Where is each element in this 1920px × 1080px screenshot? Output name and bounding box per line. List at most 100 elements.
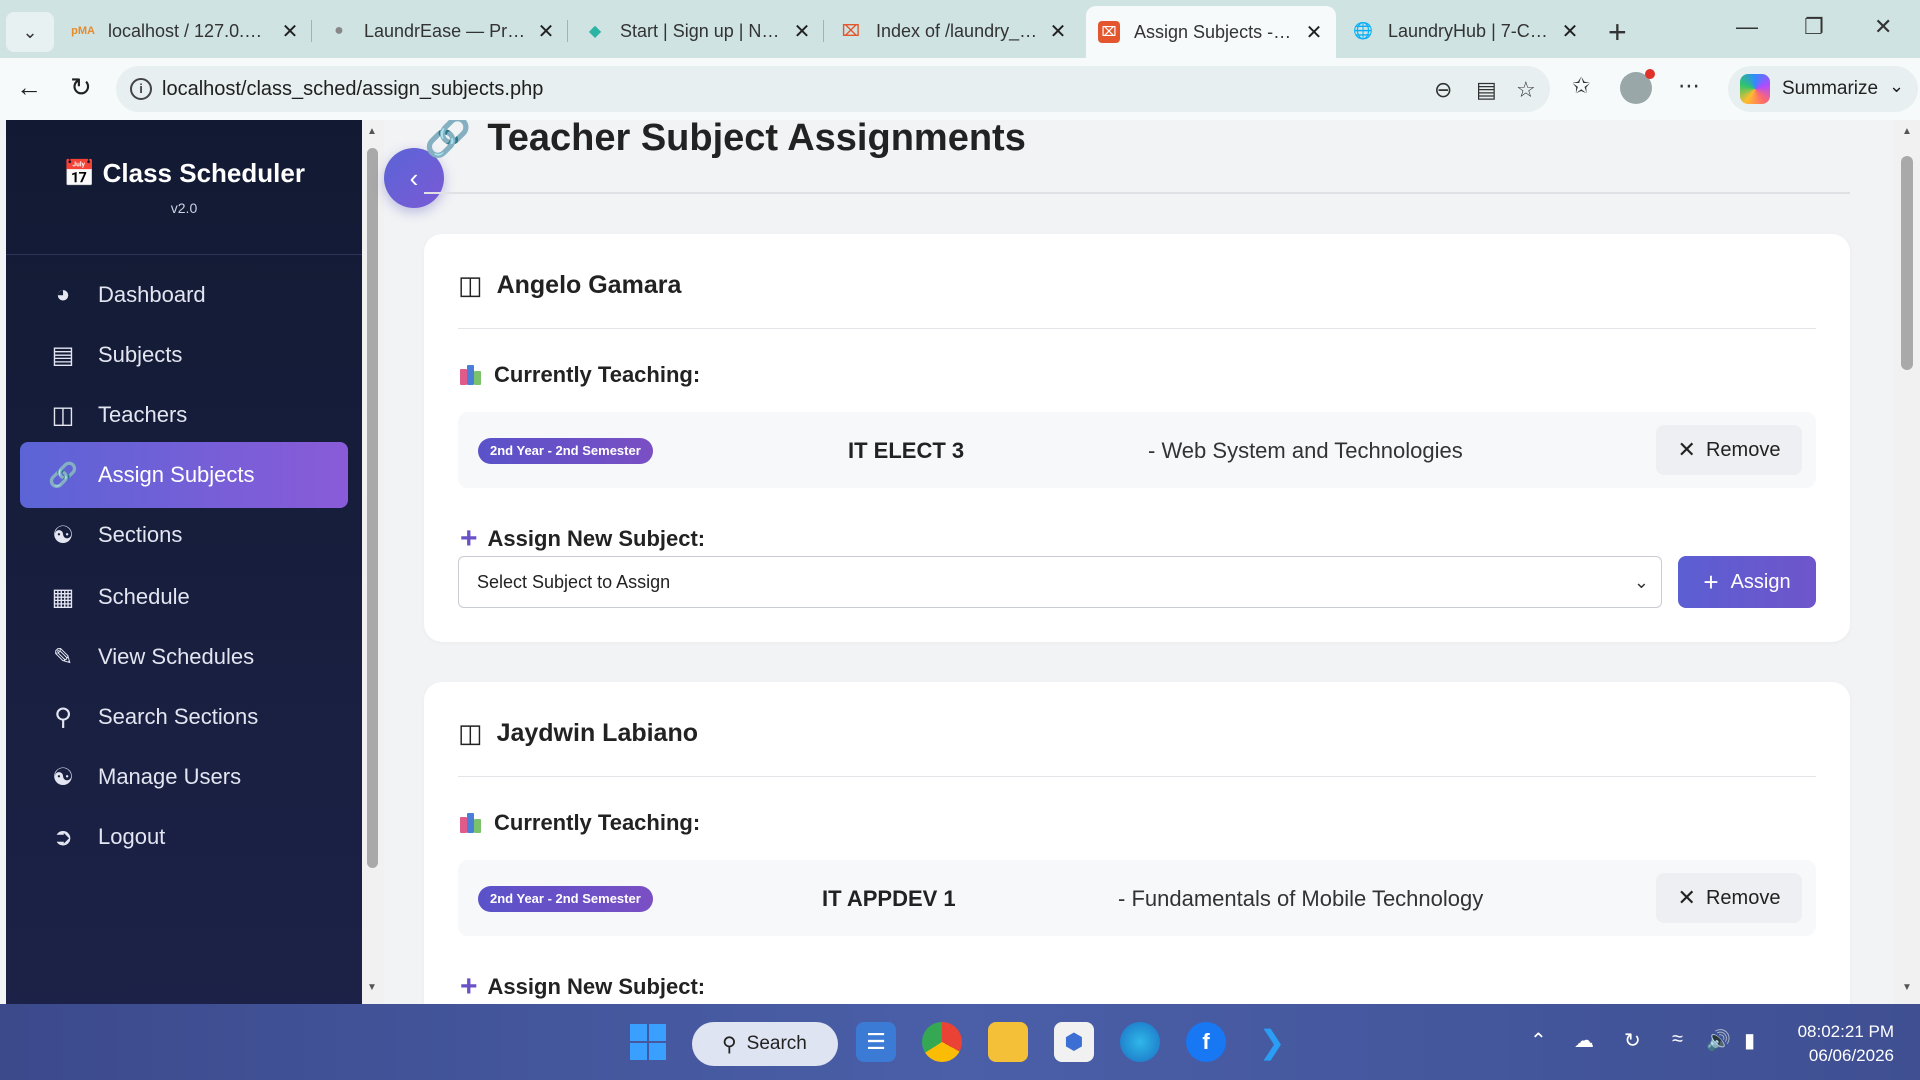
browser-tab-phpmyadmin[interactable]: pMA localhost / 127.0.0.1 / ✕ [60, 10, 312, 52]
clock-date: 06/06/2026 [1808, 1046, 1894, 1065]
tab-title: LaundryHub | 7-Card [1388, 20, 1552, 41]
semester-badge: 2nd Year - 2nd Semester [478, 886, 653, 912]
sidebar-item-manage-users[interactable]: ☯ Manage Users [20, 744, 348, 810]
back-button[interactable]: ← [16, 72, 42, 103]
assign-new-subject-label: + Assign New Subject: [460, 522, 706, 555]
sidebar-item-label: Sections [98, 522, 183, 547]
close-window-button[interactable]: ✕ [1874, 14, 1892, 40]
chrome-app-icon[interactable] [922, 1022, 962, 1062]
browser-tab-laundrease[interactable]: ● LaundrEase — Premiu ✕ [316, 10, 568, 52]
close-tab-icon[interactable]: ✕ [1304, 20, 1324, 45]
zoom-icon[interactable]: ⊖ [1434, 77, 1452, 103]
taskbar: ⚲ Search ☰ ⬢ f ❯ ⌃ ☁ ↻ ≈ 🔊 ▮ 08:02:21 PM… [0, 1004, 1920, 1080]
new-tab-button[interactable]: + [1608, 14, 1627, 51]
profile-avatar[interactable] [1620, 69, 1655, 104]
start-button[interactable] [628, 1022, 668, 1062]
onedrive-icon[interactable]: ☁ [1574, 1028, 1594, 1053]
sidebar-item-logout[interactable]: ➲ Logout [20, 804, 348, 870]
remove-subject-button[interactable]: ✕ Remove [1656, 425, 1802, 475]
subject-row: 2nd Year - 2nd Semester IT APPDEV 1 - Fu… [458, 860, 1816, 936]
chevron-down-icon: ⌄ [22, 21, 38, 42]
plus-icon: + [460, 522, 478, 555]
subject-select[interactable]: Select Subject to Assign ⌄ [458, 556, 1662, 608]
sidebar-item-subjects[interactable]: ▤ Subjects [20, 322, 348, 388]
battery-icon[interactable]: ▮ [1744, 1028, 1755, 1053]
windows-icon [630, 1024, 666, 1060]
netlify-icon: ◆ [588, 23, 602, 40]
site-info-icon[interactable]: i [130, 78, 152, 100]
browser-tab-laundryhub[interactable]: 🌐 LaundryHub | 7-Card ✕ [1340, 10, 1592, 52]
teacher-icon: ◫ [458, 718, 483, 748]
sidebar-scrollbar[interactable]: ▲ ▼ [362, 120, 384, 1004]
sidebar-item-schedule[interactable]: ▦ Schedule [20, 564, 348, 630]
sidebar-item-assign-subjects[interactable]: 🔗 Assign Subjects [20, 442, 348, 508]
browser-tab-netlify[interactable]: ◆ Start | Sign up | Netlif ✕ [572, 10, 824, 52]
browser-tab-assign-subjects[interactable]: ⌧ Assign Subjects - Clas ✕ [1086, 6, 1336, 58]
close-icon: ✕ [1677, 437, 1696, 462]
subject-name: - Web System and Technologies [1148, 438, 1463, 463]
sidebar-divider [6, 254, 362, 255]
cube-app-icon[interactable]: ⬢ [1054, 1022, 1094, 1062]
edge-app-icon[interactable] [1120, 1022, 1160, 1062]
favorites-icon[interactable]: ✩ [1572, 73, 1590, 99]
close-tab-icon[interactable]: ✕ [536, 19, 556, 44]
subject-name: - Fundamentals of Mobile Technology [1118, 886, 1484, 911]
search-icon: ⚲ [722, 1033, 737, 1056]
scroll-up-icon[interactable]: ▲ [367, 126, 377, 137]
page-scrollbar[interactable]: ▲ ▼ [1894, 120, 1920, 1004]
brand-version: v2.0 [170, 200, 198, 216]
plus-icon: + [1703, 566, 1719, 597]
tab-title: localhost / 127.0.0.1 / [108, 20, 272, 41]
browser-tab-index[interactable]: ⌧ Index of /laundry_sys ✕ [828, 10, 1080, 52]
scroll-down-icon[interactable]: ▼ [1902, 982, 1912, 993]
file-explorer-app-icon[interactable] [988, 1022, 1028, 1062]
assign-button[interactable]: + Assign [1678, 556, 1816, 608]
facebook-app-icon[interactable]: f [1186, 1022, 1226, 1062]
sidebar-item-search-sections[interactable]: ⚲ Search Sections [20, 684, 348, 750]
url-text: localhost/class_sched/assign_subjects.ph… [162, 78, 544, 100]
teacher-icon: ◫ [51, 401, 75, 429]
minimize-button[interactable]: — [1736, 14, 1758, 40]
sidebar-item-teachers[interactable]: ◫ Teachers [20, 382, 348, 448]
tab-actions-menu-button[interactable]: ⌄ [6, 12, 54, 52]
restore-button[interactable]: ❐ [1804, 14, 1824, 40]
close-tab-icon[interactable]: ✕ [792, 19, 812, 44]
scroll-down-icon[interactable]: ▼ [367, 982, 377, 993]
tab-title: Assign Subjects - Clas [1134, 21, 1296, 42]
sidebar-item-label: Search Sections [98, 704, 259, 729]
taskbar-search[interactable]: ⚲ Search [692, 1022, 838, 1066]
users-icon: ☯ [52, 521, 74, 549]
notification-dot [1645, 69, 1655, 79]
copilot-icon [1740, 74, 1770, 104]
close-tab-icon[interactable]: ✕ [280, 19, 300, 44]
volume-icon[interactable]: 🔊 [1706, 1028, 1731, 1053]
sidebar-item-dashboard[interactable]: ◕ Dashboard [20, 262, 348, 328]
card-divider [458, 328, 1816, 329]
sidebar-item-label: View Schedules [98, 644, 255, 669]
more-options-icon[interactable]: ⋯ [1678, 73, 1700, 99]
notepad-app-icon[interactable]: ☰ [856, 1022, 896, 1062]
search-icon: ⚲ [54, 703, 72, 731]
close-tab-icon[interactable]: ✕ [1560, 19, 1580, 44]
reload-button[interactable]: ↻ [70, 72, 92, 103]
vscode-app-icon[interactable]: ❯ [1252, 1022, 1292, 1062]
chevron-up-icon[interactable]: ⌃ [1530, 1028, 1547, 1053]
reader-view-icon[interactable]: ▤ [1476, 77, 1497, 103]
scroll-up-icon[interactable]: ▲ [1902, 126, 1912, 137]
system-clock[interactable]: 08:02:21 PM 06/06/2026 [1790, 1020, 1894, 1068]
remove-subject-button[interactable]: ✕ Remove [1656, 873, 1802, 923]
sidebar-item-view-schedules[interactable]: ✎ View Schedules [20, 624, 348, 690]
summarize-button[interactable]: Summarize ⌄ [1728, 66, 1919, 112]
tab-title: Start | Sign up | Netlif [620, 20, 784, 41]
wifi-icon[interactable]: ≈ [1672, 1028, 1683, 1051]
favorite-star-icon[interactable]: ☆ [1516, 77, 1536, 103]
teacher-icon: ◫ [458, 270, 483, 300]
sidebar-item-sections[interactable]: ☯ Sections [20, 502, 348, 568]
address-bar[interactable]: i localhost/class_sched/assign_subjects.… [116, 66, 1550, 112]
chevron-down-icon: ⌄ [1888, 76, 1905, 96]
sync-icon[interactable]: ↻ [1624, 1028, 1641, 1053]
scrollbar-thumb[interactable] [1901, 156, 1913, 370]
close-tab-icon[interactable]: ✕ [1048, 19, 1068, 44]
subject-code: IT ELECT 3 [848, 438, 965, 463]
scrollbar-thumb[interactable] [367, 148, 378, 868]
